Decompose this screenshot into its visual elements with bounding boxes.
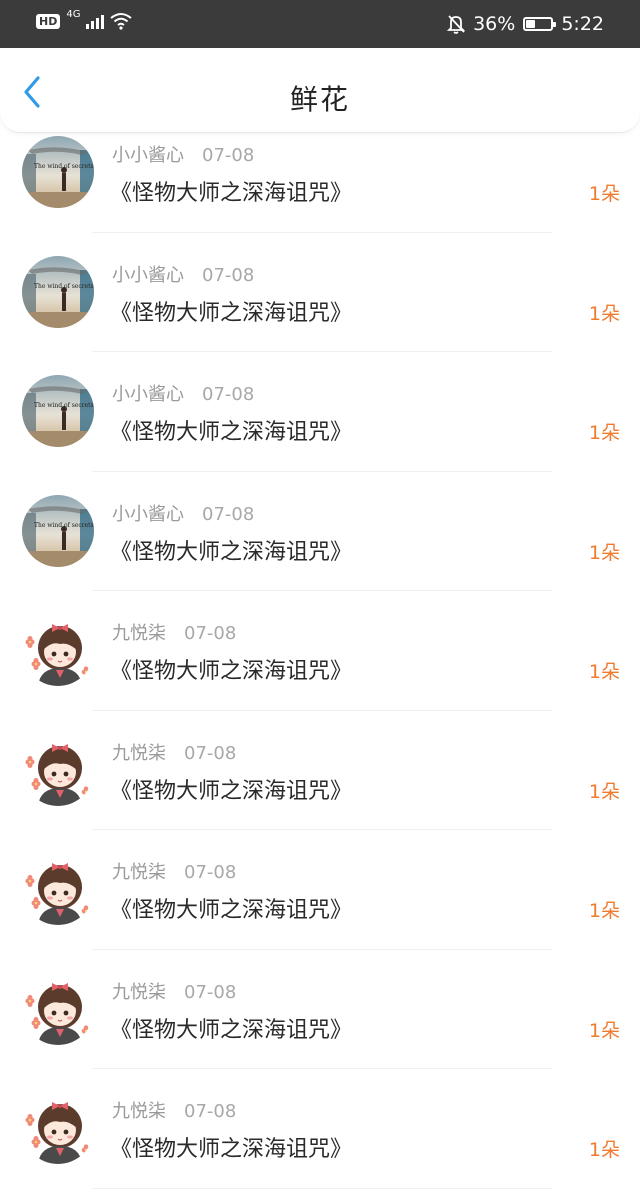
book-title[interactable]: 《怪物大师之深海诅咒》 xyxy=(110,175,352,207)
list-item[interactable]: 九悦柒 07-08 《怪物大师之深海诅咒》 1朵 xyxy=(0,950,640,1070)
avatar-caption: The wind of secrets xyxy=(34,402,94,409)
book-title[interactable]: 《怪物大师之深海诅咒》 xyxy=(110,295,352,327)
list-item[interactable]: The wind of secrets 小小酱心 07-08 《怪物大师之深海诅咒》… xyxy=(0,233,640,353)
avatar-caption: The wind of secrets xyxy=(34,163,94,170)
avatar-cartoon-girl[interactable] xyxy=(22,1092,94,1164)
avatar-scenic[interactable]: The wind of secrets xyxy=(22,494,94,567)
date: 07-08 xyxy=(184,623,237,644)
username[interactable]: 小小酱心 xyxy=(112,145,184,166)
network-type: 4G xyxy=(66,9,81,20)
date: 07-08 xyxy=(202,503,255,525)
book-title[interactable]: 《怪物大师之深海诅咒》 xyxy=(110,1012,352,1044)
username[interactable]: 九悦柒 xyxy=(112,623,166,644)
item-meta: 九悦柒 07-08 xyxy=(112,858,236,884)
book-title[interactable]: 《怪物大师之深海诅咒》 xyxy=(110,653,352,685)
page-title: 鲜花 xyxy=(289,83,350,116)
battery-fill xyxy=(526,20,536,28)
flower-count: 1朵 xyxy=(588,780,620,803)
flower-count: 1朵 xyxy=(588,302,620,325)
date: 07-08 xyxy=(184,742,237,764)
list-item[interactable]: 九悦柒 07-08 《怪物大师之深海诅咒》 1朵 xyxy=(0,711,640,831)
list-item[interactable]: 九悦柒 07-08 《怪物大师之深海诅咒》 1朵 xyxy=(0,591,640,711)
date: 07-08 xyxy=(202,264,255,286)
flower-count: 1朵 xyxy=(588,541,620,564)
avatar-cartoon-girl[interactable] xyxy=(22,733,94,806)
item-meta: 九悦柒 07-08 xyxy=(112,1097,236,1123)
date: 07-08 xyxy=(184,862,237,883)
list-item[interactable]: The wind of secrets 小小酱心 07-08 《怪物大师之深海诅咒》… xyxy=(0,113,640,233)
date: 07-08 xyxy=(202,384,255,405)
item-meta: 九悦柒 07-08 xyxy=(112,739,236,765)
flower-list: The wind of secrets 小小酱心 07-08 《怪物大师之深海诅咒》… xyxy=(0,113,640,1189)
item-meta: 小小酱心 07-08 xyxy=(112,380,254,406)
avatar-cartoon-girl[interactable] xyxy=(22,972,94,1045)
username[interactable]: 九悦柒 xyxy=(112,982,166,1003)
status-left: HD 4G xyxy=(36,9,133,30)
date: 07-08 xyxy=(184,981,237,1003)
clock: 5:22 xyxy=(561,13,604,35)
avatar-scenic[interactable]: The wind of secrets xyxy=(22,375,94,447)
list-item[interactable]: The wind of secrets 小小酱心 07-08 《怪物大师之深海诅咒》… xyxy=(0,472,640,592)
item-meta: 小小酱心 07-08 xyxy=(112,141,254,167)
list-item[interactable]: The wind of secrets 小小酱心 07-08 《怪物大师之深海诅咒》… xyxy=(0,352,640,472)
flower-count: 1朵 xyxy=(588,422,620,444)
username[interactable]: 九悦柒 xyxy=(112,1101,166,1122)
avatar-caption: The wind of secrets xyxy=(34,522,94,529)
battery-icon xyxy=(523,17,557,31)
book-title[interactable]: 《怪物大师之深海诅咒》 xyxy=(110,773,352,805)
date: 07-08 xyxy=(202,145,255,166)
item-meta: 小小酱心 07-08 xyxy=(112,500,254,526)
hd-badge: HD xyxy=(36,13,61,29)
status-bar: HD 4G 36% 5:22 xyxy=(0,0,640,48)
book-title[interactable]: 《怪物大师之深海诅咒》 xyxy=(110,414,352,446)
avatar-scenic[interactable]: The wind of secrets xyxy=(22,136,94,208)
book-title[interactable]: 《怪物大师之深海诅咒》 xyxy=(110,892,352,924)
avatar-caption: The wind of secrets xyxy=(34,283,94,290)
book-title[interactable]: 《怪物大师之深海诅咒》 xyxy=(110,1131,352,1163)
avatar-cartoon-girl[interactable] xyxy=(22,614,94,686)
username[interactable]: 小小酱心 xyxy=(112,504,184,525)
battery-percent: 36% xyxy=(473,13,516,35)
book-title[interactable]: 《怪物大师之深海诅咒》 xyxy=(110,534,352,566)
flower-count: 1朵 xyxy=(588,1139,620,1161)
item-meta: 小小酱心 07-08 xyxy=(112,261,254,287)
username[interactable]: 小小酱心 xyxy=(112,265,184,286)
status-right: 36% 5:22 xyxy=(447,10,604,38)
flower-count: 1朵 xyxy=(588,900,620,922)
date: 07-08 xyxy=(184,1101,237,1122)
flower-count: 1朵 xyxy=(588,183,620,205)
flower-count: 1朵 xyxy=(588,661,620,683)
item-meta: 九悦柒 07-08 xyxy=(112,619,236,645)
username[interactable]: 九悦柒 xyxy=(112,862,166,883)
list-item[interactable]: 九悦柒 07-08 《怪物大师之深海诅咒》 1朵 xyxy=(0,1069,640,1189)
avatar-scenic[interactable]: The wind of secrets xyxy=(22,255,94,328)
username[interactable]: 九悦柒 xyxy=(112,743,166,764)
flower-count: 1朵 xyxy=(588,1019,620,1042)
username[interactable]: 小小酱心 xyxy=(112,384,184,405)
mute-bell-icon xyxy=(447,15,466,34)
avatar-cartoon-girl[interactable] xyxy=(22,853,94,925)
signal-icon xyxy=(86,13,105,29)
wifi-icon xyxy=(110,13,133,30)
list-item[interactable]: 九悦柒 07-08 《怪物大师之深海诅咒》 1朵 xyxy=(0,830,640,950)
item-meta: 九悦柒 07-08 xyxy=(112,978,236,1004)
